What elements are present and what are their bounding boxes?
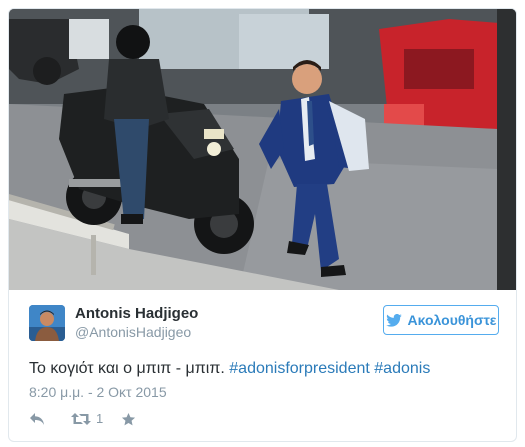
author-names: Antonis Hadjigeo @AntonisHadjigeo xyxy=(75,305,198,341)
follow-button-label: Ακολουθήστε xyxy=(407,312,497,328)
tweet-text: Το κογιότ και ο μπιπ - μπιπ. #adonisforp… xyxy=(29,359,499,379)
avatar-image xyxy=(29,305,65,341)
hashtag-link[interactable]: #adonisforpresident xyxy=(229,360,370,377)
retweet-icon xyxy=(71,412,91,426)
like-button[interactable] xyxy=(121,412,136,427)
hashtag-link[interactable]: #adonis xyxy=(374,360,430,377)
embedded-tweet-card: Antonis Hadjigeo @AntonisHadjigeo Ακολου… xyxy=(8,8,517,442)
reply-button[interactable] xyxy=(29,412,45,426)
retweet-button[interactable]: 1 xyxy=(71,411,103,427)
tweet-photo[interactable] xyxy=(9,9,516,290)
author-display-name[interactable]: Antonis Hadjigeo xyxy=(75,305,198,323)
profile-avatar[interactable] xyxy=(29,305,65,341)
street-scene-photo xyxy=(9,9,516,290)
tweet-author: Antonis Hadjigeo @AntonisHadjigeo Ακολου… xyxy=(29,305,499,345)
tweet-actions: 1 xyxy=(29,409,229,429)
retweet-count: 1 xyxy=(96,411,104,426)
follow-button[interactable]: Ακολουθήστε xyxy=(383,305,499,335)
twitter-bird-icon xyxy=(385,313,402,327)
tweet-text-plain: Το κογιότ και ο μπιπ - μπιπ. xyxy=(29,360,225,377)
reply-icon xyxy=(29,412,45,426)
tweet-timestamp[interactable]: 8:20 μ.μ. - 2 Οκτ 2015 xyxy=(29,383,167,401)
author-handle[interactable]: @AntonisHadjigeo xyxy=(75,323,198,341)
star-icon xyxy=(121,412,136,427)
